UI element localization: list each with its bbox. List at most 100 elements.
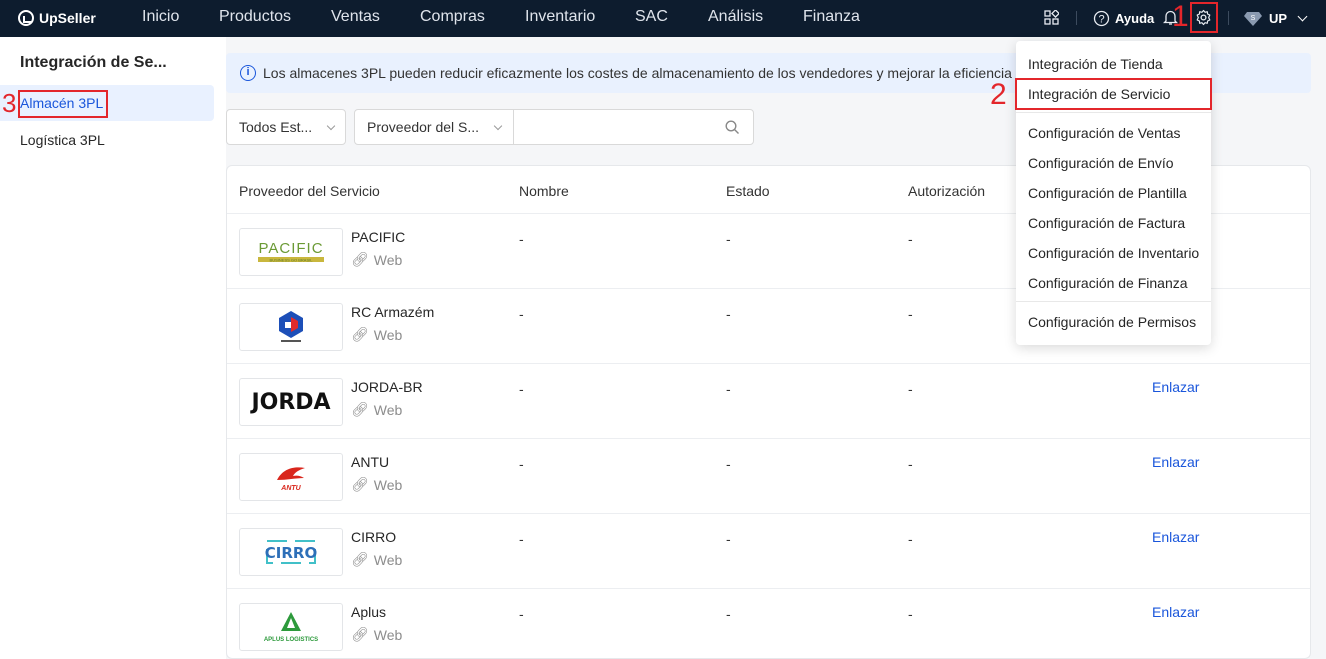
nombre-cell: - [519,306,524,322]
provider-logo-jorda: JORDA [239,378,343,426]
menu-item-config-ventas[interactable]: Configuración de Ventas [1028,125,1181,141]
menu-item-config-factura[interactable]: Configuración de Factura [1028,215,1185,231]
web-link[interactable]: 🔗︎ Web [351,326,402,343]
top-navigation-bar: UpSeller Inicio Productos Ventas Compras… [0,0,1326,37]
search-input[interactable] [513,109,754,145]
autorizacion-cell: - [908,381,913,397]
nombre-cell: - [519,381,524,397]
nombre-cell: - [519,456,524,472]
web-link[interactable]: 🔗︎ Web [351,551,402,568]
info-banner-text: Los almacenes 3PL pueden reducir eficazm… [263,65,1012,81]
nombre-cell: - [519,231,524,247]
link-icon: 🔗︎ [351,551,369,567]
enlazar-link[interactable]: Enlazar [1152,379,1199,395]
menu-item-config-plantilla[interactable]: Configuración de Plantilla [1028,185,1187,201]
menu-item-config-envio[interactable]: Configuración de Envío [1028,155,1174,171]
status-select-value: Todos Est... [239,119,313,135]
annotation-box-integracion-servicio [1015,78,1212,110]
autorizacion-cell: - [908,531,913,547]
annotation-number-3: 3 [2,88,17,118]
nav-compras[interactable]: Compras [420,8,485,26]
web-link[interactable]: 🔗︎ Web [351,626,402,643]
nav-analisis[interactable]: Análisis [708,8,763,26]
cirro-logo-text: CIRRO [265,544,317,562]
web-link[interactable]: 🔗︎ Web [351,401,402,418]
estado-cell: - [726,531,731,547]
web-link-label: Web [373,326,403,343]
user-name: UP [1269,11,1288,26]
nombre-cell: - [519,531,524,547]
nav-productos[interactable]: Productos [219,8,291,26]
menu-item-config-permisos[interactable]: Configuración de Permisos [1028,314,1196,330]
provider-logo-antu: ANTU [239,453,343,501]
provider-select-value: Proveedor del S... [367,119,480,135]
web-link-label: Web [373,476,403,493]
column-header-autorizacion: Autorización [908,183,986,199]
link-icon: 🔗︎ [351,326,369,342]
brand-name: UpSeller [39,10,96,26]
nombre-cell: - [519,606,524,622]
menu-item-config-finanza[interactable]: Configuración de Finanza [1028,275,1188,291]
table-row: JORDA JORDA-BR 🔗︎ Web - - - Enlazar [227,363,1310,438]
enlazar-link[interactable]: Enlazar [1152,604,1199,620]
antu-logo-text: ANTU [280,485,301,492]
menu-item-config-inventario[interactable]: Configuración de Inventario [1028,245,1199,261]
nav-divider [1228,11,1229,25]
web-link-label: Web [373,551,403,568]
menu-divider [1016,301,1211,302]
table-row: APLUS LOGISTICS Aplus 🔗︎ Web - - - Enlaza… [227,588,1310,658]
provider-name: ANTU [351,454,390,470]
upseller-logo-icon [18,10,34,26]
help-link[interactable]: ? Ayuda [1093,0,1154,37]
annotation-number-2: 2 [990,78,1007,111]
autorizacion-cell: - [908,306,913,322]
nav-inventario[interactable]: Inventario [525,8,595,26]
nav-inicio[interactable]: Inicio [142,8,179,26]
autorizacion-cell: - [908,606,913,622]
link-icon: 🔗︎ [351,251,369,267]
column-header-nombre: Nombre [519,183,569,199]
annotation-number-1: 1 [1172,0,1189,33]
provider-name: CIRRO [351,529,397,545]
cirro-logo-image: CIRRO [265,540,317,564]
web-link[interactable]: 🔗︎ Web [351,476,402,493]
user-menu[interactable]: S UP [1243,0,1308,37]
pacific-logo-text: PACIFIC [258,240,323,257]
upseller-logo[interactable]: UpSeller [18,9,96,27]
provider-logo-pacific: PACIFIC BUSINESS GO BRASIL [239,228,343,276]
chevron-down-icon [1297,11,1308,22]
estado-cell: - [726,381,731,397]
status-select[interactable]: Todos Est... [226,109,346,145]
nav-sac[interactable]: SAC [635,8,668,26]
link-icon: 🔗︎ [351,401,369,417]
provider-select[interactable]: Proveedor del S... [354,109,514,145]
info-icon: i [240,65,256,81]
menu-divider [1016,112,1211,113]
search-icon[interactable] [725,120,740,135]
pacific-logo-subtext: BUSINESS GO BRASIL [270,257,314,262]
provider-name: PACIFIC [351,229,406,245]
aplus-logo-image: APLUS LOGISTICS [264,612,318,643]
enlazar-link[interactable]: Enlazar [1152,454,1199,470]
provider-name: Aplus [351,604,387,620]
annotation-box-almacen-3pl [18,90,108,118]
link-icon: 🔗︎ [351,626,369,642]
link-icon: 🔗︎ [351,476,369,492]
antu-logo-image: ANTU [277,467,305,492]
nav-finanza[interactable]: Finanza [803,8,860,26]
sidebar-title: Integración de Se... [20,54,167,71]
table-row: ANTU ANTU 🔗︎ Web - - - Enlazar [227,438,1310,513]
svg-text:?: ? [1098,14,1104,26]
nav-divider [1076,11,1077,25]
apps-grid-icon[interactable] [1044,10,1059,25]
web-link[interactable]: 🔗︎ Web [351,251,402,268]
sidebar-item-logistica-3pl[interactable]: Logística 3PL [0,122,214,158]
nav-ventas[interactable]: Ventas [331,8,380,26]
table-row: CIRRO CIRRO 🔗︎ Web - - - Enlazar [227,513,1310,588]
jorda-logo-text: JORDA [251,389,331,415]
enlazar-link[interactable]: Enlazar [1152,529,1199,545]
autorizacion-cell: - [908,231,913,247]
chevron-down-icon [326,121,336,131]
provider-logo-aplus: APLUS LOGISTICS [239,603,343,651]
menu-item-integracion-tienda[interactable]: Integración de Tienda [1028,56,1163,72]
